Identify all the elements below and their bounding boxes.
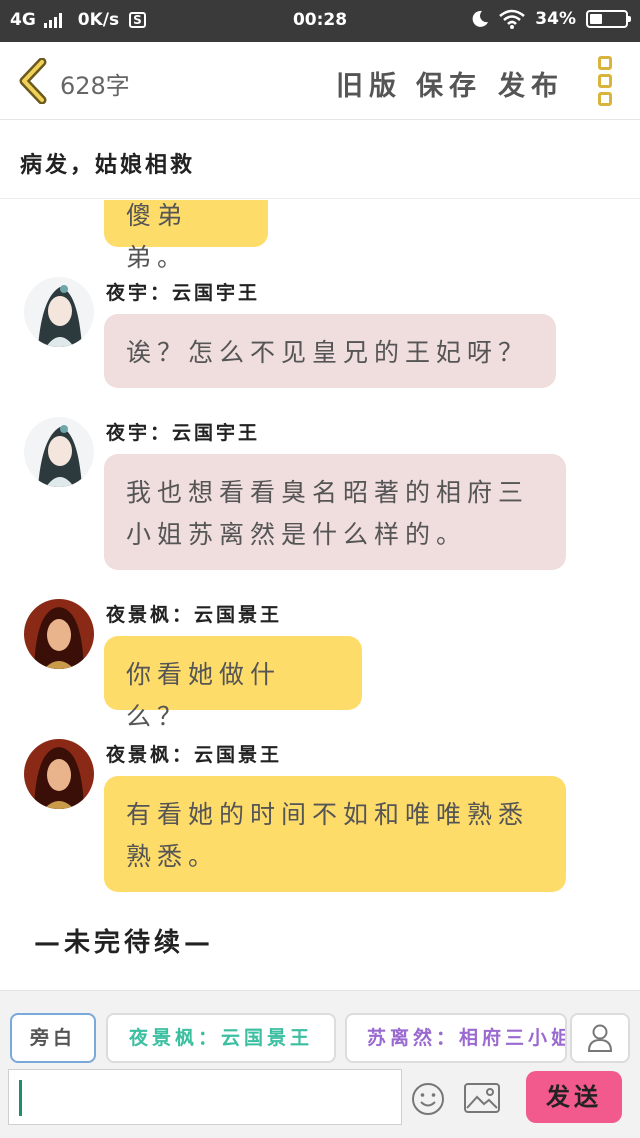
male-red-avatar[interactable] <box>24 599 94 669</box>
speaker-name: 夜宇：云国宇王 <box>106 282 261 304</box>
message-bubble[interactable]: 我也想看看臭名昭著的相府三小姐苏离然是什么样的。 <box>104 454 566 570</box>
role-ye-jingfeng[interactable]: 夜景枫：云国景王 <box>106 1013 336 1063</box>
wifi-icon <box>499 9 526 29</box>
speaker-name: 夜景枫：云国景王 <box>106 604 283 626</box>
emoji-icon[interactable] <box>410 1081 446 1117</box>
user-icon <box>587 1024 613 1052</box>
role-su-liran[interactable]: 苏离然：相府三小姐 <box>345 1013 567 1063</box>
moon-icon <box>472 10 489 27</box>
send-button[interactable]: 发送 <box>526 1071 622 1123</box>
old-version-button[interactable]: 旧版 <box>336 64 402 103</box>
chapter-title-bar: 病发，姑娘相救 <box>0 121 640 199</box>
message-bubble[interactable]: 诶？怎么不见皇兄的王妃呀？ <box>104 314 556 388</box>
male-white-avatar[interactable] <box>24 277 94 347</box>
status-bar: 4G 0K/s S 00:28 34% ⚡ <box>0 0 640 42</box>
message-bubble[interactable]: 你看她做什么？ <box>104 636 362 731</box>
publish-button[interactable]: 发布 <box>498 64 564 103</box>
save-button[interactable]: 保存 <box>416 64 482 103</box>
male-red-avatar[interactable] <box>24 739 94 809</box>
male-white-avatar[interactable] <box>24 417 94 487</box>
speaker-name: 夜景枫：云国景王 <box>106 744 283 766</box>
to-be-continued: —未完待续— <box>34 928 215 958</box>
chat-area[interactable]: 傻弟弟。 夜宇：云国宇王 诶？怎么不见皇兄的王妃呀？ 夜宇：云国宇王 我也想看看… <box>0 200 640 990</box>
charging-bolt-icon: ⚡ <box>602 11 612 26</box>
more-menu-icon[interactable] <box>598 56 614 106</box>
back-arrow-icon[interactable] <box>16 58 50 104</box>
status-right: 34% ⚡ <box>471 9 631 29</box>
chapter-title: 病发，姑娘相救 <box>20 152 196 178</box>
app-header: 628字 旧版 保存 发布 <box>0 42 640 120</box>
text-caret <box>19 1080 22 1116</box>
add-role-button[interactable] <box>570 1013 630 1063</box>
speaker-name: 夜宇：云国宇王 <box>106 422 261 444</box>
message-input[interactable] <box>8 1069 402 1125</box>
battery-percent: 34% <box>535 9 576 29</box>
role-narrator[interactable]: 旁白 <box>10 1013 96 1063</box>
word-count: 628字 <box>60 72 130 100</box>
battery-icon: ⚡ <box>586 10 631 28</box>
message-bubble[interactable]: 傻弟弟。 <box>104 200 268 272</box>
compose-bar: 旁白 夜景枫：云国景王 苏离然：相府三小姐 发送 <box>0 990 640 1138</box>
message-bubble[interactable]: 有看她的时间不如和唯唯熟悉熟悉。 <box>104 776 566 892</box>
image-icon[interactable] <box>463 1081 501 1115</box>
